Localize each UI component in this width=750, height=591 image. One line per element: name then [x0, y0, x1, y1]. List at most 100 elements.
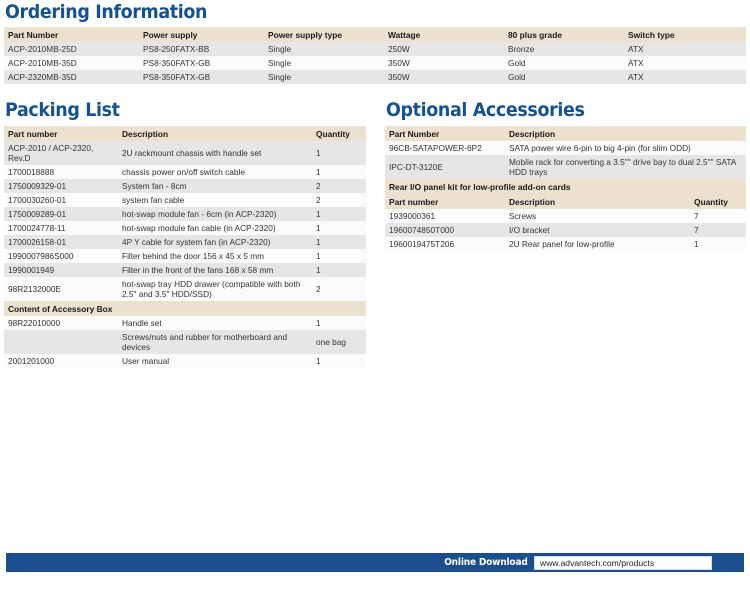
cell-part-number: 96CB-SATAPOWER-6P2	[385, 141, 505, 155]
optional-accessories-section: Optional Accessories Part Number Descrip…	[385, 99, 747, 251]
rear-io-subheader-row: Rear I/O panel kit for low-profile add-o…	[385, 179, 747, 194]
cell-description: chassis power on/off switch cable	[118, 165, 312, 179]
table-row: 1960019475T206 2U Rear panel for low-pro…	[385, 237, 747, 251]
cell-description: User manual	[118, 354, 312, 368]
cell-quantity: 7	[690, 223, 747, 237]
cell-quantity: one bag	[312, 330, 366, 354]
cell-description: Filter in the front of the fans 168 x 58…	[118, 263, 312, 277]
cell-part-number: 1750009329-01	[4, 179, 118, 193]
cell-quantity: 1	[312, 221, 366, 235]
cell-quantity: 2	[312, 193, 366, 207]
cell-wattage: 250W	[384, 42, 504, 56]
table-row: 1990007986S000 Filter behind the door 15…	[4, 249, 366, 263]
cell-part-number: 1990007986S000	[4, 249, 118, 263]
column-header-part-number: Part Number	[385, 126, 505, 141]
table-row: 1960074850T000 I/O bracket 7	[385, 223, 747, 237]
table-row: 1700018888 chassis power on/off switch c…	[4, 165, 366, 179]
table-row: 1990001949 Filter in the front of the fa…	[4, 263, 366, 277]
column-header-wattage: Wattage	[384, 27, 504, 42]
column-header-part-number: Part number	[4, 126, 118, 141]
footer-download-group: Online Download www.advantech.com/produc…	[442, 553, 712, 572]
cell-description: 2U rackmount chassis with handle set	[118, 141, 312, 165]
cell-power-supply: PS8-350FATX-GB	[139, 70, 264, 84]
column-header-part-number: Part Number	[4, 27, 139, 42]
accessory-box-header: Content of Accessory Box	[4, 301, 366, 316]
packing-list-title: Packing List	[5, 99, 120, 121]
cell-part-number: 1939000361	[385, 209, 505, 223]
ordering-table: Part Number Power supply Power supply ty…	[4, 27, 746, 84]
cell-power-supply-type: Single	[264, 42, 384, 56]
column-header-80-plus-grade: 80 plus grade	[504, 27, 624, 42]
product-url-box[interactable]: www.advantech.com/products	[534, 555, 712, 570]
footer-bar: Online Download www.advantech.com/produc…	[6, 553, 744, 572]
cell-description: system fan cable	[118, 193, 312, 207]
column-header-switch-type: Switch type	[624, 27, 746, 42]
table-row: 1700030260-01 system fan cable 2	[4, 193, 366, 207]
rear-io-header: Rear I/O panel kit for low-profile add-o…	[385, 179, 747, 194]
cell-description: Handle set	[118, 316, 312, 330]
table-row: ACP-2010MB-35D PS8-350FATX-GB Single 350…	[4, 56, 746, 70]
cell-switch-type: ATX	[624, 56, 746, 70]
table-row: 1750009289-01 hot-swap module fan - 6cm …	[4, 207, 366, 221]
cell-part-number: ACP-2010MB-35D	[4, 56, 139, 70]
cell-part-number: 1990001949	[4, 263, 118, 277]
datasheet-page: Ordering Information Part Number Power s…	[0, 0, 750, 591]
column-header-part-number: Part number	[385, 194, 505, 209]
cell-quantity: 2	[312, 179, 366, 193]
table-row: 96CB-SATAPOWER-6P2 SATA power wire 6-pin…	[385, 141, 747, 155]
cell-description: Filter behind the door 156 x 45 x 5 mm	[118, 249, 312, 263]
cell-description: Screws/nuts and rubber for motherboard a…	[118, 330, 312, 354]
cell-80-plus-grade: Gold	[504, 70, 624, 84]
cell-quantity: 2	[312, 277, 366, 301]
column-header-quantity: Quantity	[312, 126, 366, 141]
cell-description: 2U Rear panel for low-profile	[505, 237, 690, 251]
cell-part-number: 1960074850T000	[385, 223, 505, 237]
cell-description: hot-swap module fan cable (in ACP-2320)	[118, 221, 312, 235]
packing-list-section: Packing List Part number Description Qua…	[4, 100, 366, 368]
cell-part-number: 1750009289-01	[4, 207, 118, 221]
cell-quantity: 1	[690, 237, 747, 251]
cell-quantity: 1	[312, 165, 366, 179]
table-header-row: Part Number Description	[385, 126, 747, 141]
cell-part-number	[4, 330, 118, 354]
cell-power-supply-type: Single	[264, 70, 384, 84]
table-row: 98R22010000 Handle set 1	[4, 316, 366, 330]
table-row: Screws/nuts and rubber for motherboard a…	[4, 330, 366, 354]
cell-part-number: IPC-DT-3120E	[385, 155, 505, 179]
table-header-row: Part number Description Quantity	[385, 194, 747, 209]
cell-description: I/O bracket	[505, 223, 690, 237]
cell-power-supply-type: Single	[264, 56, 384, 70]
cell-quantity: 1	[312, 235, 366, 249]
column-header-description: Description	[505, 194, 690, 209]
cell-description: hot-swap module fan - 6cm (in ACP-2320)	[118, 207, 312, 221]
table-row: 2001201000 User manual 1	[4, 354, 366, 368]
cell-switch-type: ATX	[624, 70, 746, 84]
optional-accessories-title: Optional Accessories	[386, 99, 585, 121]
cell-part-number: ACP-2010 / ACP-2320, Rev.D	[4, 141, 118, 165]
table-row: ACP-2010 / ACP-2320, Rev.D 2U rackmount …	[4, 141, 366, 165]
cell-wattage: 350W	[384, 56, 504, 70]
cell-part-number: ACP-2320MB-35D	[4, 70, 139, 84]
cell-80-plus-grade: Gold	[504, 56, 624, 70]
optional-accessories-table: Part Number Description 96CB-SATAPOWER-6…	[385, 126, 747, 251]
table-row: 1750009329-01 System fan - 8cm 2	[4, 179, 366, 193]
packing-list-table: Part number Description Quantity ACP-201…	[4, 126, 366, 368]
table-row: IPC-DT-3120E Mobile rack for converting …	[385, 155, 747, 179]
cell-quantity: 1	[312, 207, 366, 221]
ordering-table-wrapper: Part Number Power supply Power supply ty…	[4, 27, 746, 84]
cell-description: Screws	[505, 209, 690, 223]
cell-part-number: 1700018888	[4, 165, 118, 179]
cell-switch-type: ATX	[624, 42, 746, 56]
cell-quantity: 1	[312, 354, 366, 368]
cell-part-number: 98R2132000E	[4, 277, 118, 301]
cell-part-number: 2001201000	[4, 354, 118, 368]
cell-description: hot-swap tray HDD drawer (compatible wit…	[118, 277, 312, 301]
table-row: 1700026158-01 4P Y cable for system fan …	[4, 235, 366, 249]
table-row: 1939000361 Screws 7	[385, 209, 747, 223]
cell-part-number: 1700030260-01	[4, 193, 118, 207]
column-header-power-supply: Power supply	[139, 27, 264, 42]
table-row: ACP-2320MB-35D PS8-350FATX-GB Single 350…	[4, 70, 746, 84]
cell-description: Mobile rack for converting a 3.5"" drive…	[505, 155, 747, 179]
cell-power-supply: PS8-350FATX-GB	[139, 56, 264, 70]
cell-description: 4P Y cable for system fan (in ACP-2320)	[118, 235, 312, 249]
